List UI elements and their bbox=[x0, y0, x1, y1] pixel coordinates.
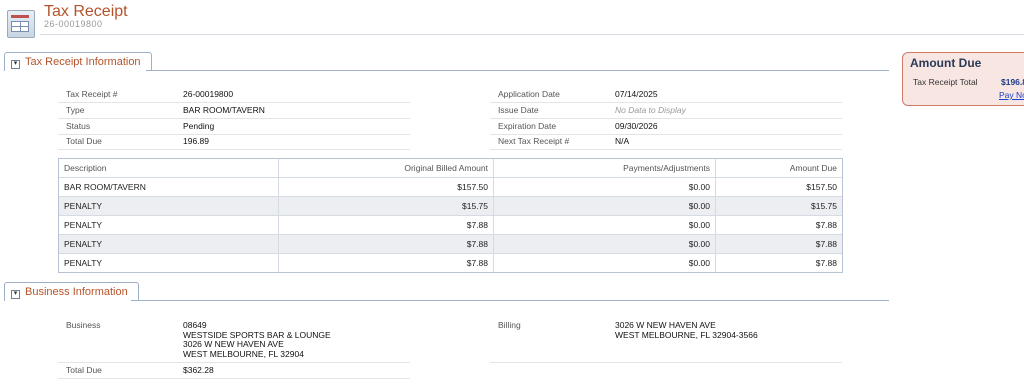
business-label: Business bbox=[66, 320, 101, 330]
info-row-application-date: Application Date 07/14/2025 bbox=[490, 87, 842, 103]
section-divider bbox=[146, 70, 889, 71]
collapse-toggle-icon[interactable]: ▾ bbox=[11, 290, 20, 299]
table-row: PENALTY $7.88 $0.00 $7.88 bbox=[59, 234, 842, 253]
info-row-type: Type BAR ROOM/TAVERN bbox=[58, 103, 410, 119]
receipt-total-label: Tax Receipt Total bbox=[913, 77, 978, 87]
page-header: Tax Receipt 26-00019800 bbox=[0, 0, 1024, 38]
section-title: Business Information bbox=[25, 286, 128, 298]
info-row-total-due: Total Due 196.89 bbox=[58, 134, 410, 150]
receipt-number: 26-00019800 bbox=[44, 19, 103, 29]
column-header-description[interactable]: Description bbox=[59, 159, 278, 177]
receipt-icon bbox=[7, 10, 35, 38]
charges-table: Description Original Billed Amount Payme… bbox=[58, 158, 843, 273]
info-row-status: Status Pending bbox=[58, 119, 410, 135]
amount-due-title: Amount Due bbox=[910, 56, 982, 70]
section-divider bbox=[131, 300, 889, 301]
amount-due-panel: Amount Due Tax Receipt Total $196.89 Pay… bbox=[902, 52, 1024, 106]
receipt-total-value: $196.89 bbox=[1001, 77, 1024, 87]
collapse-toggle-icon[interactable]: ▾ bbox=[11, 60, 20, 69]
business-address: 08649 WESTSIDE SPORTS BAR & LOUNGE 3026 … bbox=[183, 320, 331, 359]
billing-address-row: Billing 3026 W NEW HAVEN AVE WEST MELBOU… bbox=[490, 318, 842, 363]
header-divider bbox=[40, 34, 1024, 35]
section-title: Tax Receipt Information bbox=[25, 56, 141, 68]
info-row-expiration-date: Expiration Date 09/30/2026 bbox=[490, 119, 842, 135]
info-row-issue-date: Issue Date No Data to Display bbox=[490, 103, 842, 119]
info-row-receipt-number: Tax Receipt # 26-00019800 bbox=[58, 87, 410, 103]
table-row: PENALTY $15.75 $0.00 $15.75 bbox=[59, 196, 842, 215]
business-address-row: Business 08649 WESTSIDE SPORTS BAR & LOU… bbox=[58, 318, 410, 363]
table-row: BAR ROOM/TAVERN $157.50 $0.00 $157.50 bbox=[59, 177, 842, 196]
table-header-row: Description Original Billed Amount Payme… bbox=[59, 159, 842, 177]
column-header-payments[interactable]: Payments/Adjustments bbox=[493, 159, 715, 177]
table-row: PENALTY $7.88 $0.00 $7.88 bbox=[59, 253, 842, 272]
pay-now-link[interactable]: Pay Now bbox=[999, 90, 1024, 100]
section-tab-business-info[interactable]: ▾ Business Information bbox=[4, 282, 139, 301]
business-total-due-row: Total Due $362.28 bbox=[58, 363, 410, 379]
info-row-next-receipt: Next Tax Receipt # N/A bbox=[490, 134, 842, 150]
table-row: PENALTY $7.88 $0.00 $7.88 bbox=[59, 215, 842, 234]
billing-label: Billing bbox=[498, 320, 521, 330]
column-header-original-billed[interactable]: Original Billed Amount bbox=[278, 159, 493, 177]
billing-address: 3026 W NEW HAVEN AVE WEST MELBOURNE, FL … bbox=[615, 320, 758, 340]
section-tab-receipt-info[interactable]: ▾ Tax Receipt Information bbox=[4, 52, 152, 71]
column-header-amount-due[interactable]: Amount Due bbox=[715, 159, 842, 177]
